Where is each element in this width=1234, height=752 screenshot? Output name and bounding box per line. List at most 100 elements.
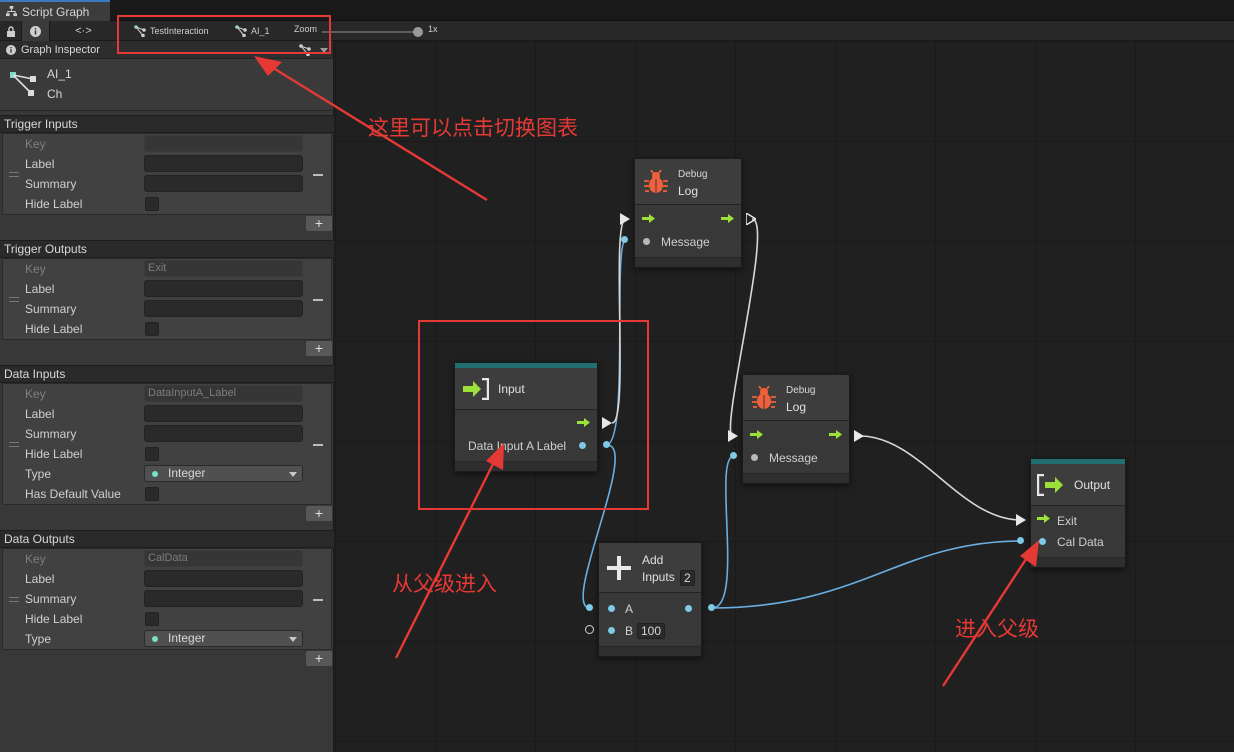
property-row: Key Exit: [3, 259, 331, 279]
property-label: Summary: [25, 592, 77, 606]
port-a-dot[interactable]: [608, 605, 615, 612]
label-field[interactable]: [144, 570, 303, 587]
remove-item-button[interactable]: [313, 444, 323, 446]
drag-handle-icon[interactable]: [9, 442, 19, 447]
property-label: Label: [25, 572, 55, 586]
hide-label-checkbox[interactable]: [145, 322, 159, 336]
remove-item-button[interactable]: [313, 599, 323, 601]
flow-input-connector-icon[interactable]: [1016, 514, 1026, 526]
key-field: Exit: [144, 260, 303, 277]
debug-log-node-1[interactable]: Debug Log Message: [634, 158, 742, 268]
flow-input-connector-icon[interactable]: [728, 430, 738, 442]
drag-handle-icon[interactable]: [9, 297, 19, 302]
graph-name: AI_1: [47, 67, 72, 81]
flow-output-connector-icon[interactable]: [746, 213, 756, 225]
section-data-outputs: Data Outputs Key CalData Label Summary Hide L…: [0, 530, 334, 666]
label-field[interactable]: [144, 405, 303, 422]
info-button[interactable]: [22, 21, 50, 41]
property-row: Hide Label: [3, 194, 331, 214]
type-dropdown[interactable]: Integer: [144, 465, 303, 482]
flow-in-arrow-icon[interactable]: [1037, 514, 1050, 523]
bug-icon: [644, 170, 668, 193]
key-field: CalData: [144, 550, 303, 567]
section-title[interactable]: Data Outputs: [0, 530, 334, 548]
tab-script-graph[interactable]: Script Graph: [0, 0, 110, 21]
annotation-switch-graph: 这里可以点击切换图表: [368, 116, 578, 140]
add-strip: +: [0, 215, 334, 231]
hide-label-checkbox[interactable]: [145, 197, 159, 211]
annotation-enter-from-parent: 从父级进入: [392, 572, 497, 596]
output-node[interactable]: Output Exit Cal Data: [1030, 458, 1126, 568]
data-input-connector[interactable]: [730, 452, 737, 459]
code-view-button[interactable]: <·>: [50, 21, 118, 41]
graph-summary: AI_1 Ch: [0, 59, 333, 111]
chevron-down-icon: [289, 637, 297, 642]
port-b-value-field[interactable]: 100: [637, 623, 666, 639]
data-input-connector[interactable]: [586, 604, 593, 611]
property-row: Key DataInputA_Label: [3, 384, 331, 404]
add-inputs-node[interactable]: Add Inputs 2 A B 100: [598, 542, 702, 657]
zoom-slider-handle[interactable]: [413, 27, 423, 37]
lock-button[interactable]: [0, 21, 22, 41]
data-output-connector[interactable]: [708, 604, 715, 611]
property-row: Summary: [3, 589, 331, 609]
key-field: [144, 135, 303, 152]
drag-handle-icon[interactable]: [9, 597, 19, 602]
code-toggle-label: <·>: [75, 25, 92, 37]
flow-in-arrow-icon[interactable]: [750, 430, 763, 439]
summary-field[interactable]: [144, 425, 303, 442]
summary-field[interactable]: [144, 300, 303, 317]
flow-out-arrow-icon[interactable]: [829, 430, 842, 439]
message-port-dot[interactable]: [643, 238, 650, 245]
property-label: Type: [25, 632, 52, 646]
add-item-button[interactable]: +: [306, 216, 332, 231]
add-item-button[interactable]: +: [306, 651, 332, 666]
port-a-label: A: [625, 602, 634, 616]
property-row: Key: [3, 134, 331, 154]
node-header: Debug Log: [743, 375, 849, 421]
cal-data-port-dot[interactable]: [1039, 538, 1046, 545]
message-port-dot[interactable]: [751, 454, 758, 461]
add-item-button[interactable]: +: [306, 506, 332, 521]
section-title[interactable]: Trigger Inputs: [0, 115, 334, 133]
label-field[interactable]: [144, 155, 303, 172]
flow-input-connector-icon[interactable]: [620, 213, 630, 225]
hide-label-checkbox[interactable]: [145, 447, 159, 461]
port-b-dot[interactable]: [608, 627, 615, 634]
label-field[interactable]: [144, 280, 303, 297]
flow-output-connector-icon[interactable]: [854, 430, 864, 442]
node-title: Add: [642, 553, 664, 567]
node-footer: [599, 646, 701, 656]
flow-in-arrow-icon[interactable]: [642, 214, 655, 223]
property-row: Type Integer: [3, 464, 331, 484]
type-dropdown[interactable]: Integer: [144, 630, 303, 647]
summary-field[interactable]: [144, 175, 303, 192]
unity-editor: Script Graph <·> TestInteraction AI_1 Zo…: [0, 0, 1234, 752]
graph-subtitle: Ch: [47, 87, 63, 101]
data-input-connector-empty[interactable]: [585, 625, 594, 634]
input-count-field[interactable]: 2: [680, 570, 695, 586]
property-row: Has Default Value: [3, 484, 331, 504]
section-trigger-outputs: Trigger Outputs Key Exit Label Summary Hide L…: [0, 240, 334, 356]
add-item-button[interactable]: +: [306, 341, 332, 356]
remove-item-button[interactable]: [313, 299, 323, 301]
property-row: Summary: [3, 299, 331, 319]
zoom-slider-track[interactable]: [322, 31, 418, 33]
section-title[interactable]: Data Inputs: [0, 365, 334, 383]
debug-log-node-2[interactable]: Debug Log Message: [742, 374, 850, 484]
section-title[interactable]: Trigger Outputs: [0, 240, 334, 258]
drag-handle-icon[interactable]: [9, 172, 19, 177]
flow-out-arrow-icon[interactable]: [721, 214, 734, 223]
bug-icon: [752, 386, 776, 409]
property-row: Label: [3, 569, 331, 589]
has-default-value-checkbox[interactable]: [145, 487, 159, 501]
summary-field[interactable]: [144, 590, 303, 607]
plus-icon: [607, 556, 631, 580]
remove-item-button[interactable]: [313, 174, 323, 176]
data-input-connector[interactable]: [1017, 537, 1024, 544]
node-header: Add Inputs 2: [599, 543, 701, 593]
node-footer: [743, 473, 849, 483]
result-output-dot[interactable]: [685, 605, 692, 612]
data-input-connector[interactable]: [621, 236, 628, 243]
hide-label-checkbox[interactable]: [145, 612, 159, 626]
